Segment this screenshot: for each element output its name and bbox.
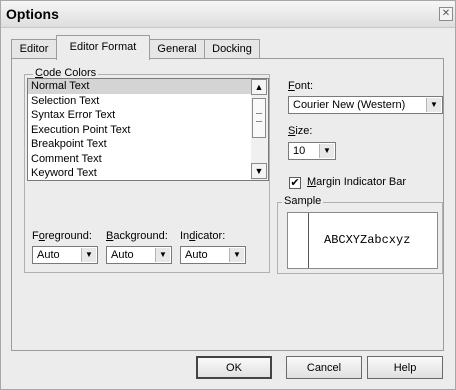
sample-label: Sample bbox=[282, 195, 324, 207]
list-item[interactable]: Breakpoint Text bbox=[28, 137, 251, 152]
font-value: Courier New (Western) bbox=[293, 99, 406, 111]
dialog-title: Options bbox=[6, 6, 59, 22]
indicator-label: Indicator: bbox=[180, 230, 226, 242]
scroll-down-icon[interactable]: ▼ bbox=[251, 163, 267, 179]
sample-text: ABCXYZabcxyz bbox=[324, 233, 411, 247]
chevron-down-icon[interactable]: ▼ bbox=[426, 98, 441, 112]
list-item[interactable]: Normal Text bbox=[28, 79, 251, 94]
margin-indicator-checkbox[interactable]: ✔ bbox=[289, 177, 301, 189]
indicator-select[interactable]: Auto ▼ bbox=[180, 246, 246, 264]
foreground-value: Auto bbox=[37, 249, 60, 261]
chevron-down-icon[interactable]: ▼ bbox=[319, 144, 334, 158]
ok-button[interactable]: OK bbox=[196, 356, 272, 379]
foreground-label: Foreground: bbox=[32, 230, 92, 242]
tab-general[interactable]: General bbox=[149, 39, 205, 59]
tab-docking[interactable]: Docking bbox=[204, 39, 260, 59]
indicator-value: Auto bbox=[185, 249, 208, 261]
size-select[interactable]: 10 ▼ bbox=[288, 142, 336, 160]
code-colors-list[interactable]: Normal Text Selection Text Syntax Error … bbox=[27, 78, 252, 181]
font-select[interactable]: Courier New (Western) ▼ bbox=[288, 96, 443, 114]
list-item[interactable]: Syntax Error Text bbox=[28, 108, 251, 123]
margin-indicator-label[interactable]: Margin Indicator Bar bbox=[307, 176, 406, 188]
tab-editor-format[interactable]: Editor Format bbox=[56, 35, 150, 60]
list-scrollbar[interactable]: ▲ ▼ bbox=[251, 78, 269, 181]
list-item[interactable]: Execution Point Text bbox=[28, 123, 251, 138]
sample-preview: ABCXYZabcxyz bbox=[287, 212, 438, 269]
chevron-down-icon[interactable]: ▼ bbox=[155, 248, 170, 262]
size-value: 10 bbox=[293, 145, 306, 157]
title-bar[interactable]: Options ✕ bbox=[1, 1, 455, 28]
list-item[interactable]: Selection Text bbox=[28, 94, 251, 109]
margin-indicator-bar bbox=[308, 213, 309, 268]
chevron-down-icon[interactable]: ▼ bbox=[81, 248, 96, 262]
tab-editor[interactable]: Editor bbox=[11, 39, 57, 59]
list-item[interactable]: Comment Text bbox=[28, 152, 251, 167]
background-select[interactable]: Auto ▼ bbox=[106, 246, 172, 264]
list-item[interactable]: Keyword Text bbox=[28, 166, 251, 181]
background-label: Background: bbox=[106, 230, 168, 242]
chevron-down-icon[interactable]: ▼ bbox=[229, 248, 244, 262]
scroll-up-icon[interactable]: ▲ bbox=[251, 79, 267, 95]
scroll-thumb[interactable] bbox=[252, 98, 266, 138]
size-label: Size: bbox=[288, 125, 313, 137]
options-dialog: Options ✕ Editor Editor Format General D… bbox=[0, 0, 456, 390]
help-button[interactable]: Help bbox=[367, 356, 443, 379]
foreground-select[interactable]: Auto ▼ bbox=[32, 246, 98, 264]
cancel-button[interactable]: Cancel bbox=[286, 356, 362, 379]
close-icon[interactable]: ✕ bbox=[439, 7, 453, 21]
font-label: Font: bbox=[288, 80, 314, 92]
background-value: Auto bbox=[111, 249, 134, 261]
editor-format-panel: Code Colors Normal Text Selection Text S… bbox=[11, 58, 444, 351]
